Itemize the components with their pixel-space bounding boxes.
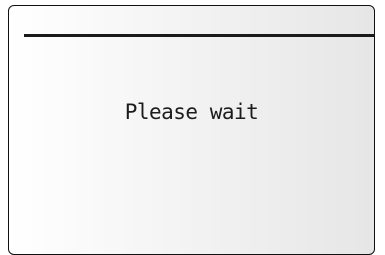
lcd-screen: Please wait [8, 5, 375, 255]
please-wait-message: Please wait [124, 100, 259, 124]
header-divider [24, 34, 374, 37]
